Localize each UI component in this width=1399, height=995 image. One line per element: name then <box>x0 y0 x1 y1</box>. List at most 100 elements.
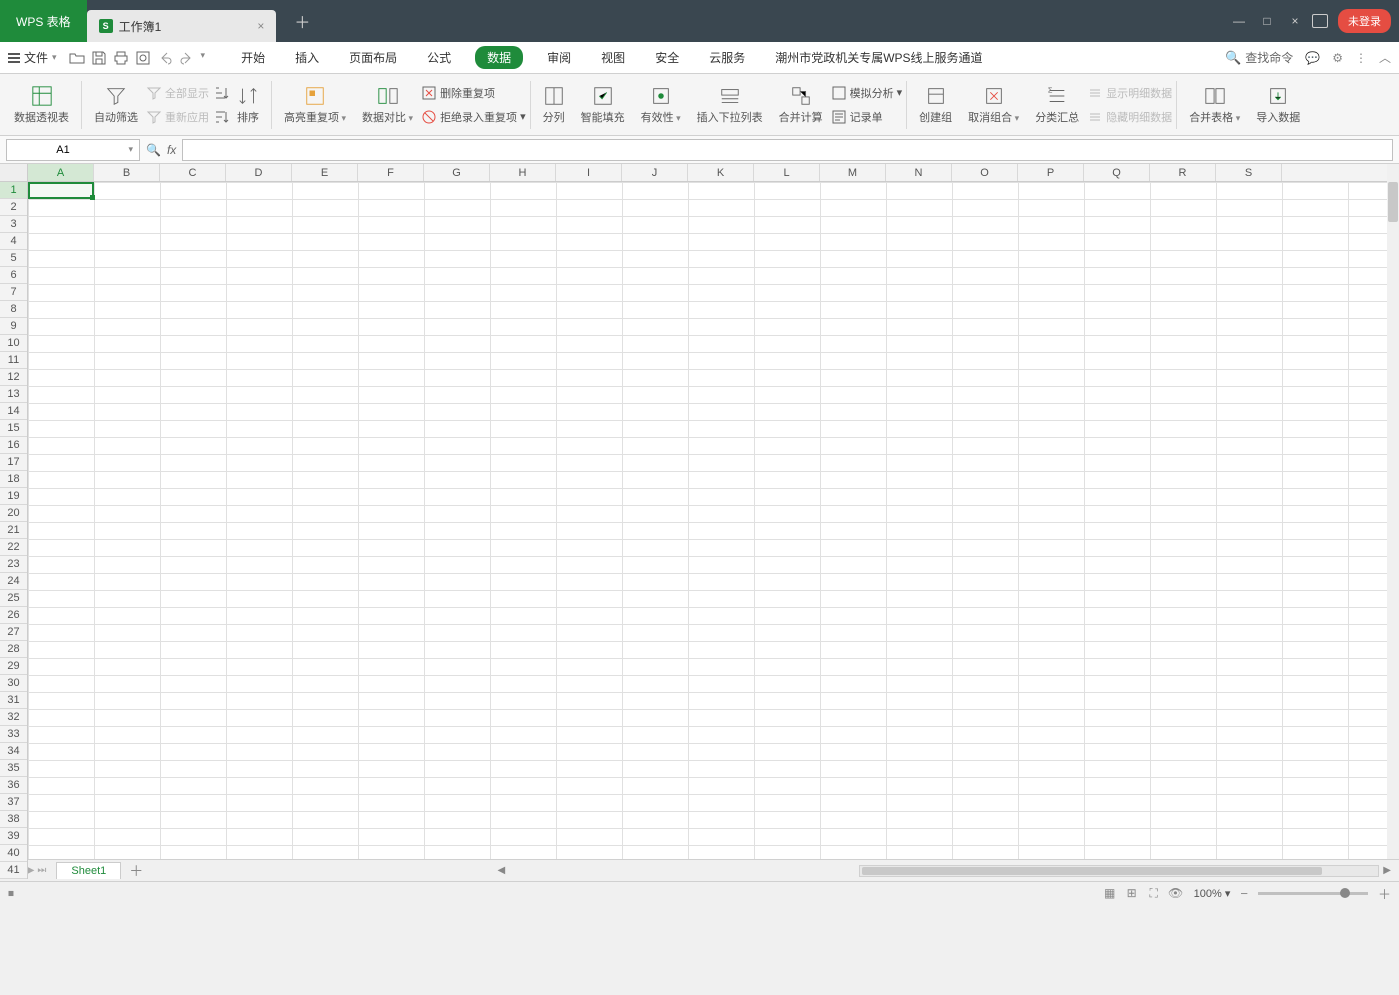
zoom-slider-thumb[interactable] <box>1340 888 1350 898</box>
pivot-table-button[interactable]: 数据透视表 <box>6 77 77 133</box>
cell-reference-input[interactable] <box>13 144 113 156</box>
row-header[interactable]: 12 <box>0 369 27 386</box>
tab-formulas[interactable]: 公式 <box>421 46 457 69</box>
login-button[interactable]: 未登录 <box>1338 9 1391 33</box>
data-compare-button[interactable]: 数据对比 ▾ <box>354 77 421 133</box>
row-header[interactable]: 7 <box>0 284 27 301</box>
row-header[interactable]: 27 <box>0 624 27 641</box>
column-header[interactable]: N <box>886 164 952 181</box>
file-menu[interactable]: 文件 ▾ <box>8 49 57 66</box>
search-command[interactable]: 🔍 查找命令 <box>1225 49 1293 66</box>
tab-review[interactable]: 审阅 <box>541 46 577 69</box>
normal-view-icon[interactable]: ▦ <box>1102 886 1118 901</box>
eye-view-icon[interactable]: 👁 <box>1168 886 1184 901</box>
row-header[interactable]: 38 <box>0 811 27 828</box>
reapply-button[interactable]: 重新应用 <box>146 106 209 128</box>
row-header[interactable]: 34 <box>0 743 27 760</box>
settings-icon[interactable]: ⚙ <box>1332 51 1343 65</box>
row-header[interactable]: 19 <box>0 488 27 505</box>
cell-area[interactable] <box>28 182 1387 859</box>
fullscreen-view-icon[interactable]: ⛶ <box>1146 886 1162 901</box>
open-icon[interactable] <box>69 50 85 66</box>
zoom-slider[interactable] <box>1258 892 1368 895</box>
import-data-button[interactable]: 导入数据 <box>1248 77 1308 133</box>
row-header[interactable]: 9 <box>0 318 27 335</box>
row-header[interactable]: 16 <box>0 437 27 454</box>
reject-duplicates-button[interactable]: 拒绝录入重复项 ▾ <box>421 106 526 128</box>
redo-icon[interactable] <box>179 50 195 66</box>
column-header[interactable]: B <box>94 164 160 181</box>
column-header[interactable]: H <box>490 164 556 181</box>
tab-insert[interactable]: 插入 <box>289 46 325 69</box>
column-header[interactable]: Q <box>1084 164 1150 181</box>
row-header[interactable]: 24 <box>0 573 27 590</box>
insert-dropdown-button[interactable]: 插入下拉列表 <box>689 77 771 133</box>
new-tab-button[interactable]: ＋ <box>294 9 310 33</box>
row-header[interactable]: 4 <box>0 233 27 250</box>
column-header[interactable]: A <box>28 164 94 181</box>
popup-window-icon[interactable] <box>1312 14 1328 28</box>
row-header[interactable]: 28 <box>0 641 27 658</box>
row-header[interactable]: 11 <box>0 352 27 369</box>
row-header[interactable]: 40 <box>0 845 27 862</box>
record-macro-icon[interactable]: ⏹ <box>8 886 14 900</box>
row-header[interactable]: 37 <box>0 794 27 811</box>
row-header[interactable]: 14 <box>0 403 27 420</box>
zoom-level-label[interactable]: 100% ▾ <box>1194 887 1231 900</box>
feedback-icon[interactable]: 💬 <box>1305 51 1320 65</box>
row-header[interactable]: 32 <box>0 709 27 726</box>
zoom-in-button[interactable]: ＋ <box>1378 884 1391 903</box>
scroll-right-icon[interactable]: ▶ <box>1379 865 1395 876</box>
row-header[interactable]: 10 <box>0 335 27 352</box>
column-header[interactable]: P <box>1018 164 1084 181</box>
qat-caret-icon[interactable]: ▾ <box>201 50 206 66</box>
row-header[interactable]: 39 <box>0 828 27 845</box>
row-header[interactable]: 3 <box>0 216 27 233</box>
column-header[interactable]: O <box>952 164 1018 181</box>
autofilter-button[interactable]: 自动筛选 <box>86 77 146 133</box>
close-tab-icon[interactable]: × <box>257 19 264 33</box>
row-header[interactable]: 6 <box>0 267 27 284</box>
consolidate-button[interactable]: 合并计算 <box>771 77 831 133</box>
row-header[interactable]: 2 <box>0 199 27 216</box>
last-sheet-icon[interactable]: ⏭ <box>37 865 46 876</box>
column-header[interactable]: E <box>292 164 358 181</box>
horizontal-scroll-thumb[interactable] <box>862 867 1322 875</box>
row-header[interactable]: 5 <box>0 250 27 267</box>
row-header[interactable]: 25 <box>0 590 27 607</box>
row-header[interactable]: 26 <box>0 607 27 624</box>
minimize-icon[interactable]: — <box>1232 14 1246 28</box>
row-header[interactable]: 15 <box>0 420 27 437</box>
row-header[interactable]: 18 <box>0 471 27 488</box>
add-sheet-button[interactable]: ＋ <box>129 861 143 881</box>
column-header[interactable]: M <box>820 164 886 181</box>
ungroup-button[interactable]: 取消组合 ▾ <box>960 77 1027 133</box>
tab-start[interactable]: 开始 <box>235 46 271 69</box>
column-header[interactable]: I <box>556 164 622 181</box>
whatif-button[interactable]: 模拟分析 ▾ <box>831 82 903 104</box>
text-to-columns-button[interactable]: 分列 <box>535 77 573 133</box>
column-header[interactable]: K <box>688 164 754 181</box>
close-window-icon[interactable]: × <box>1288 14 1302 28</box>
column-header[interactable]: F <box>358 164 424 181</box>
hide-detail-button[interactable]: 隐藏明细数据 <box>1087 106 1172 128</box>
row-header[interactable]: 36 <box>0 777 27 794</box>
tab-data[interactable]: 数据 <box>475 46 523 69</box>
row-header[interactable]: 30 <box>0 675 27 692</box>
undo-icon[interactable] <box>157 50 173 66</box>
row-header[interactable]: 29 <box>0 658 27 675</box>
tab-security[interactable]: 安全 <box>649 46 685 69</box>
row-header[interactable]: 20 <box>0 505 27 522</box>
scroll-left-icon[interactable]: ◀ <box>493 865 509 876</box>
vertical-scrollbar[interactable] <box>1387 164 1399 859</box>
row-header[interactable]: 31 <box>0 692 27 709</box>
name-box[interactable]: ▾ <box>6 139 140 161</box>
app-tab[interactable]: WPS 表格 <box>0 0 87 42</box>
flash-fill-button[interactable]: 智能填充 <box>573 77 633 133</box>
tab-page-layout[interactable]: 页面布局 <box>343 46 403 69</box>
column-header[interactable]: J <box>622 164 688 181</box>
fx-icon[interactable]: fx <box>167 143 176 157</box>
remove-duplicates-button[interactable]: 删除重复项 <box>421 82 526 104</box>
sort-asc-button[interactable] <box>213 82 229 104</box>
row-header[interactable]: 8 <box>0 301 27 318</box>
